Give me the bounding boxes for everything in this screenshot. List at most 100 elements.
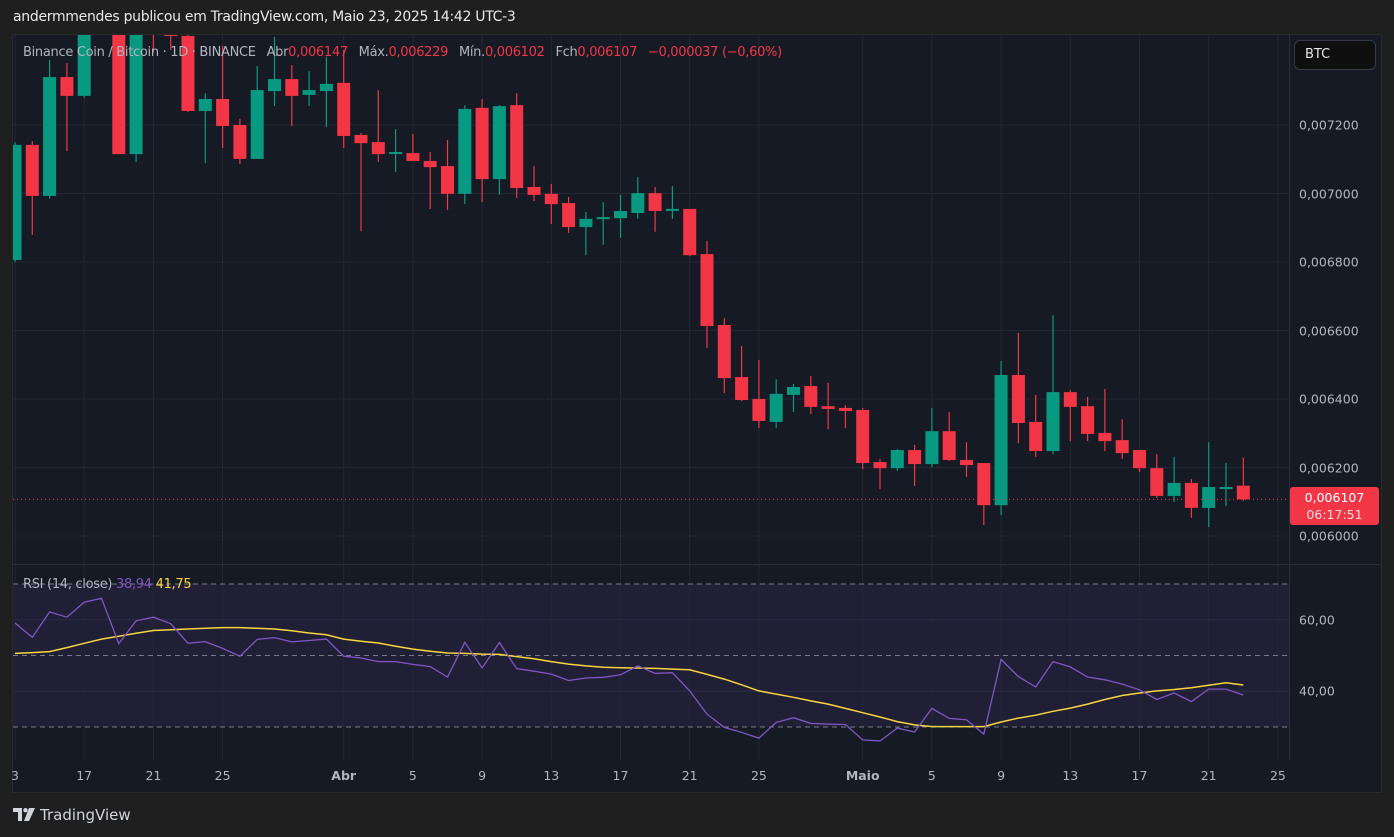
candle — [441, 140, 454, 210]
candle — [562, 196, 576, 233]
price-axis-label: 0,006400 — [1299, 391, 1359, 407]
candle-body — [302, 90, 316, 95]
candle-body — [250, 90, 264, 159]
candle — [925, 407, 939, 468]
candle-body — [1150, 468, 1164, 496]
candle — [787, 383, 800, 413]
candle-body — [25, 144, 39, 196]
candle-body — [216, 98, 230, 127]
candle — [371, 90, 385, 162]
candle-body — [354, 134, 368, 144]
candle-body — [1115, 440, 1129, 454]
candle — [95, 0, 108, 22]
candle-body — [13, 144, 22, 260]
candle-body — [112, 35, 126, 155]
candle-body — [1219, 487, 1233, 490]
last-price-value: 0,006107 — [1304, 490, 1365, 506]
candle — [1202, 442, 1216, 528]
candle-body — [60, 77, 74, 96]
change-value: −0,000037 (−0,60%) — [647, 45, 782, 60]
candle-body — [665, 208, 679, 211]
candle-body — [164, 35, 178, 36]
time-axis[interactable]: 3 17 21 25 Abr 5 9 13 17 21 25 Maio 5 9 13 17 21 25 — [12, 760, 1289, 792]
tradingview-logo[interactable]: TradingView — [13, 806, 131, 824]
last-price-label: 0,006107 06:17:51 — [1290, 487, 1379, 526]
time-axis-label: 9 — [997, 768, 1006, 783]
candle — [233, 118, 247, 165]
candle — [198, 93, 212, 164]
candle — [389, 129, 403, 172]
time-axis-label: 17 — [612, 768, 629, 783]
candle — [1236, 457, 1250, 502]
candle-body — [268, 79, 281, 92]
candle — [302, 70, 316, 107]
candle-body — [492, 106, 506, 180]
candle-body — [631, 193, 645, 214]
candle — [735, 345, 749, 402]
high-value: 0,006229 — [388, 45, 449, 60]
candle — [700, 241, 714, 348]
price-axis-label: 0,006000 — [1299, 528, 1359, 544]
candle — [1167, 456, 1181, 503]
chart-canvas[interactable] — [0, 0, 1394, 837]
candle-body — [441, 166, 454, 194]
candle — [43, 59, 57, 199]
rsi-ma-value: 41,75 — [155, 577, 192, 592]
low-value: 0,006102 — [484, 45, 545, 60]
candle-body — [821, 406, 835, 409]
candle — [717, 318, 731, 394]
open-value: 0,006147 — [288, 45, 348, 60]
candle-body — [717, 325, 731, 379]
candle — [1046, 315, 1060, 455]
time-axis-label: 3 — [12, 768, 19, 783]
candle — [960, 442, 973, 478]
price-axis-label: 0,006200 — [1299, 460, 1359, 475]
candle-body — [648, 193, 662, 211]
candle — [804, 376, 818, 415]
time-axis-label: 9 — [478, 768, 487, 783]
candle-body — [319, 83, 333, 92]
candle — [752, 359, 766, 429]
candle-body — [233, 125, 247, 159]
time-axis-label: 25 — [1269, 768, 1286, 783]
time-axis-label: Maio — [845, 768, 880, 783]
candle-body — [406, 153, 420, 161]
time-axis-label: 5 — [927, 768, 936, 783]
rsi-axis-label: 40,00 — [1299, 683, 1335, 699]
candle — [285, 65, 299, 127]
candle — [1115, 419, 1129, 459]
candle-body — [1202, 487, 1216, 508]
candle-body — [752, 399, 766, 421]
price-axis-label: 0,007000 — [1299, 186, 1359, 201]
candle-body — [1011, 375, 1025, 423]
candle — [354, 132, 368, 232]
price-axis-label: 0,006600 — [1299, 323, 1359, 338]
low-label: Mín. — [458, 45, 485, 60]
candle-body — [1133, 450, 1146, 469]
candle-body — [700, 254, 714, 327]
tradingview-logo-icon — [13, 808, 35, 821]
candle — [908, 444, 922, 486]
candle-body — [337, 82, 351, 136]
candle — [1150, 454, 1164, 498]
candle — [838, 405, 852, 429]
candle-body — [787, 387, 800, 395]
rsi-value: 38,94 — [116, 577, 152, 592]
candle-body — [371, 142, 385, 155]
bar-countdown: 06:17:51 — [1306, 507, 1363, 523]
candle-body — [458, 108, 472, 194]
symbol-name: Binance Coin / Bitcoin · 1D · BINANCE — [23, 45, 256, 60]
time-axis-label: 25 — [750, 768, 767, 783]
candle — [1063, 390, 1077, 442]
currency-button[interactable]: BTC — [1294, 40, 1376, 70]
candle — [942, 412, 956, 461]
candle-body — [908, 450, 922, 465]
time-axis-label: 17 — [76, 768, 93, 783]
candle-body — [1236, 485, 1250, 500]
grid-lines — [13, 35, 1289, 760]
candle — [683, 208, 697, 257]
candle — [1133, 450, 1146, 472]
candle — [527, 166, 541, 202]
candle — [821, 382, 835, 430]
candle — [977, 463, 991, 526]
